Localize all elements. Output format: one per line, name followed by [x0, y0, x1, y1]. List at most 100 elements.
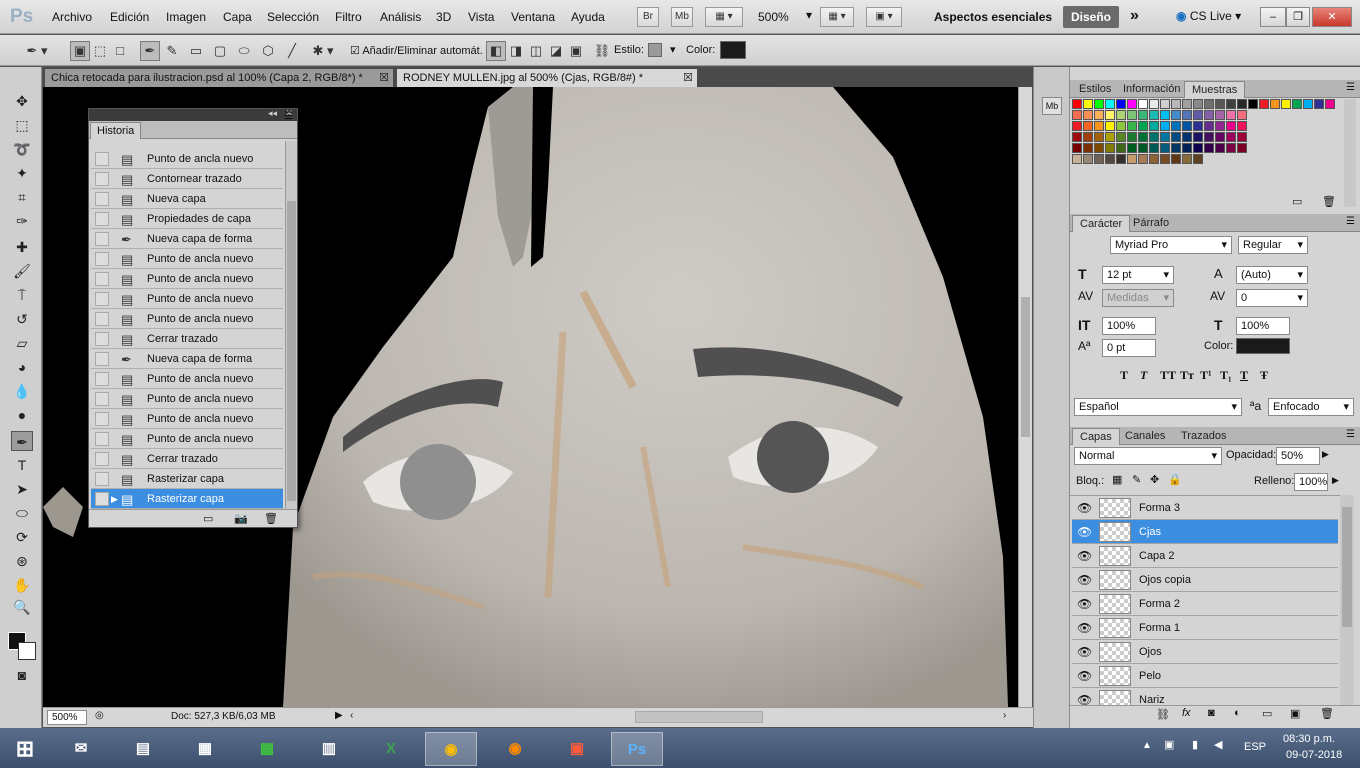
snapshot-icon[interactable]: 📷	[234, 512, 248, 525]
subtract-icon[interactable]: ◨	[506, 41, 526, 61]
history-item[interactable]: ▤ Nueva capa	[91, 189, 283, 209]
swatch[interactable]	[1072, 99, 1082, 109]
swatch[interactable]	[1072, 121, 1082, 131]
swatch[interactable]	[1193, 154, 1203, 164]
chrome-icon[interactable]: ◉	[425, 732, 477, 766]
swatch[interactable]	[1094, 132, 1104, 142]
swatch[interactable]	[1149, 121, 1159, 131]
clock-time[interactable]: 08:30 p.m.	[1283, 733, 1335, 745]
swatch[interactable]	[1127, 110, 1137, 120]
swatch[interactable]	[1303, 99, 1313, 109]
swatch[interactable]	[1292, 99, 1302, 109]
swatch[interactable]	[1094, 121, 1104, 131]
marquee-tool-icon[interactable]: ⬚	[11, 115, 33, 135]
restore-button[interactable]: ❐	[1286, 7, 1310, 27]
tab-capas[interactable]: Capas	[1072, 428, 1120, 445]
swatch[interactable]	[1204, 110, 1214, 120]
scrollbar-thumb[interactable]	[287, 201, 296, 501]
swatch[interactable]	[1237, 143, 1247, 153]
shape-layers-icon[interactable]: ▣	[70, 41, 90, 61]
hand-tool-icon[interactable]: ✋	[11, 575, 33, 595]
panel-menu-icon[interactable]: ☰	[284, 111, 293, 122]
swatch[interactable]	[1127, 99, 1137, 109]
swatch[interactable]	[1259, 99, 1269, 109]
swatch[interactable]	[1094, 154, 1104, 164]
swatch[interactable]	[1226, 99, 1236, 109]
exclude-icon[interactable]: ◪	[546, 41, 566, 61]
eye-icon[interactable]: 👁	[1077, 669, 1092, 683]
tracking-field[interactable]: 0	[1236, 289, 1308, 307]
document-app-icon[interactable]: ▥	[303, 732, 355, 766]
menu-ayuda[interactable]: Ayuda	[571, 10, 605, 24]
type-style-button[interactable]: T	[1120, 368, 1128, 383]
history-item[interactable]: ▤ Punto de ancla nuevo	[91, 409, 283, 429]
status-zoom[interactable]: 500%	[47, 710, 87, 725]
screen-mode-button[interactable]: ▣ ▾	[866, 7, 902, 27]
kerning-field[interactable]: Medidas	[1102, 289, 1174, 307]
font-style-select[interactable]: Regular	[1238, 236, 1308, 254]
panel-grip[interactable]: ◂◂ ✕	[89, 108, 297, 121]
menu-seleccion[interactable]: Selección	[267, 10, 319, 24]
history-source-checkbox[interactable]	[95, 412, 109, 426]
swatch[interactable]	[1171, 143, 1181, 153]
swatch[interactable]	[1138, 132, 1148, 142]
font-family-select[interactable]: Myriad Pro	[1110, 236, 1232, 254]
windows-start-icon[interactable]: ⊞	[2, 732, 48, 766]
menu-filtro[interactable]: Filtro	[335, 10, 362, 24]
swatch[interactable]	[1149, 99, 1159, 109]
swatch[interactable]	[1072, 110, 1082, 120]
history-item[interactable]: ▤ Propiedades de capa	[91, 209, 283, 229]
path-ops-icon[interactable]: ▣	[566, 41, 586, 61]
crop-tool-icon[interactable]: ⌗	[11, 187, 33, 207]
swatch[interactable]	[1083, 132, 1093, 142]
link-layers-icon[interactable]: ⛓	[1156, 708, 1170, 721]
rounded-rectangle-icon[interactable]: ▢	[210, 41, 230, 61]
path-select-tool-icon[interactable]: ➤	[11, 479, 33, 499]
history-scrollbar[interactable]	[285, 141, 297, 509]
history-item[interactable]: ▤ Punto de ancla nuevo	[91, 269, 283, 289]
history-source-checkbox[interactable]	[95, 332, 109, 346]
swatch[interactable]	[1171, 121, 1181, 131]
lock-all-icon[interactable]: 🔒	[1168, 473, 1182, 486]
swatch[interactable]	[1083, 121, 1093, 131]
swatch[interactable]	[1160, 132, 1170, 142]
swatch[interactable]	[1281, 99, 1291, 109]
arrange-docs-button[interactable]: ▦ ▾	[820, 7, 854, 27]
battery-icon[interactable]: ▮	[1192, 738, 1198, 751]
history-source-checkbox[interactable]	[95, 152, 109, 166]
history-source-checkbox[interactable]	[95, 432, 109, 446]
swatch[interactable]	[1182, 110, 1192, 120]
freeform-pen-icon[interactable]: ✎	[162, 41, 182, 61]
history-source-checkbox[interactable]	[95, 212, 109, 226]
close-icon[interactable]: ☒	[683, 69, 693, 87]
history-source-checkbox[interactable]	[95, 392, 109, 406]
eye-icon[interactable]: 👁	[1077, 597, 1092, 611]
swatch[interactable]	[1127, 132, 1137, 142]
firefox-icon[interactable]: ◉	[489, 732, 541, 766]
eye-icon[interactable]: 👁	[1077, 645, 1092, 659]
3d-orbit-tool-icon[interactable]: ⊛	[11, 551, 33, 571]
dodge-tool-icon[interactable]: ●	[11, 405, 33, 425]
history-tab[interactable]: Historia	[90, 122, 142, 139]
text-color-swatch[interactable]	[1236, 338, 1290, 354]
opacity-field[interactable]: 50%	[1276, 447, 1320, 465]
menu-edicion[interactable]: Edición	[110, 10, 149, 24]
history-source-checkbox[interactable]	[95, 452, 109, 466]
panel-menu-icon[interactable]: ☰	[1346, 82, 1355, 93]
history-source-checkbox[interactable]	[95, 492, 109, 506]
excel-icon[interactable]: X	[365, 732, 417, 766]
language-select[interactable]: Español	[1074, 398, 1242, 416]
swatch[interactable]	[1215, 110, 1225, 120]
swatch[interactable]	[1160, 110, 1170, 120]
new-swatch-icon[interactable]: ▭	[1292, 195, 1302, 208]
swatch[interactable]	[1149, 110, 1159, 120]
lasso-tool-icon[interactable]: ➰	[11, 139, 33, 159]
menu-vista[interactable]: Vista	[468, 10, 494, 24]
cs-live-button[interactable]: ◉ CS Live ▾	[1176, 9, 1241, 23]
swatch[interactable]	[1237, 99, 1247, 109]
layer-row[interactable]: 👁 Ojos	[1072, 640, 1338, 664]
swatch[interactable]	[1204, 143, 1214, 153]
swatch[interactable]	[1193, 121, 1203, 131]
healing-tool-icon[interactable]: ✚	[11, 237, 33, 257]
tab-informacion[interactable]: Información	[1116, 81, 1187, 98]
